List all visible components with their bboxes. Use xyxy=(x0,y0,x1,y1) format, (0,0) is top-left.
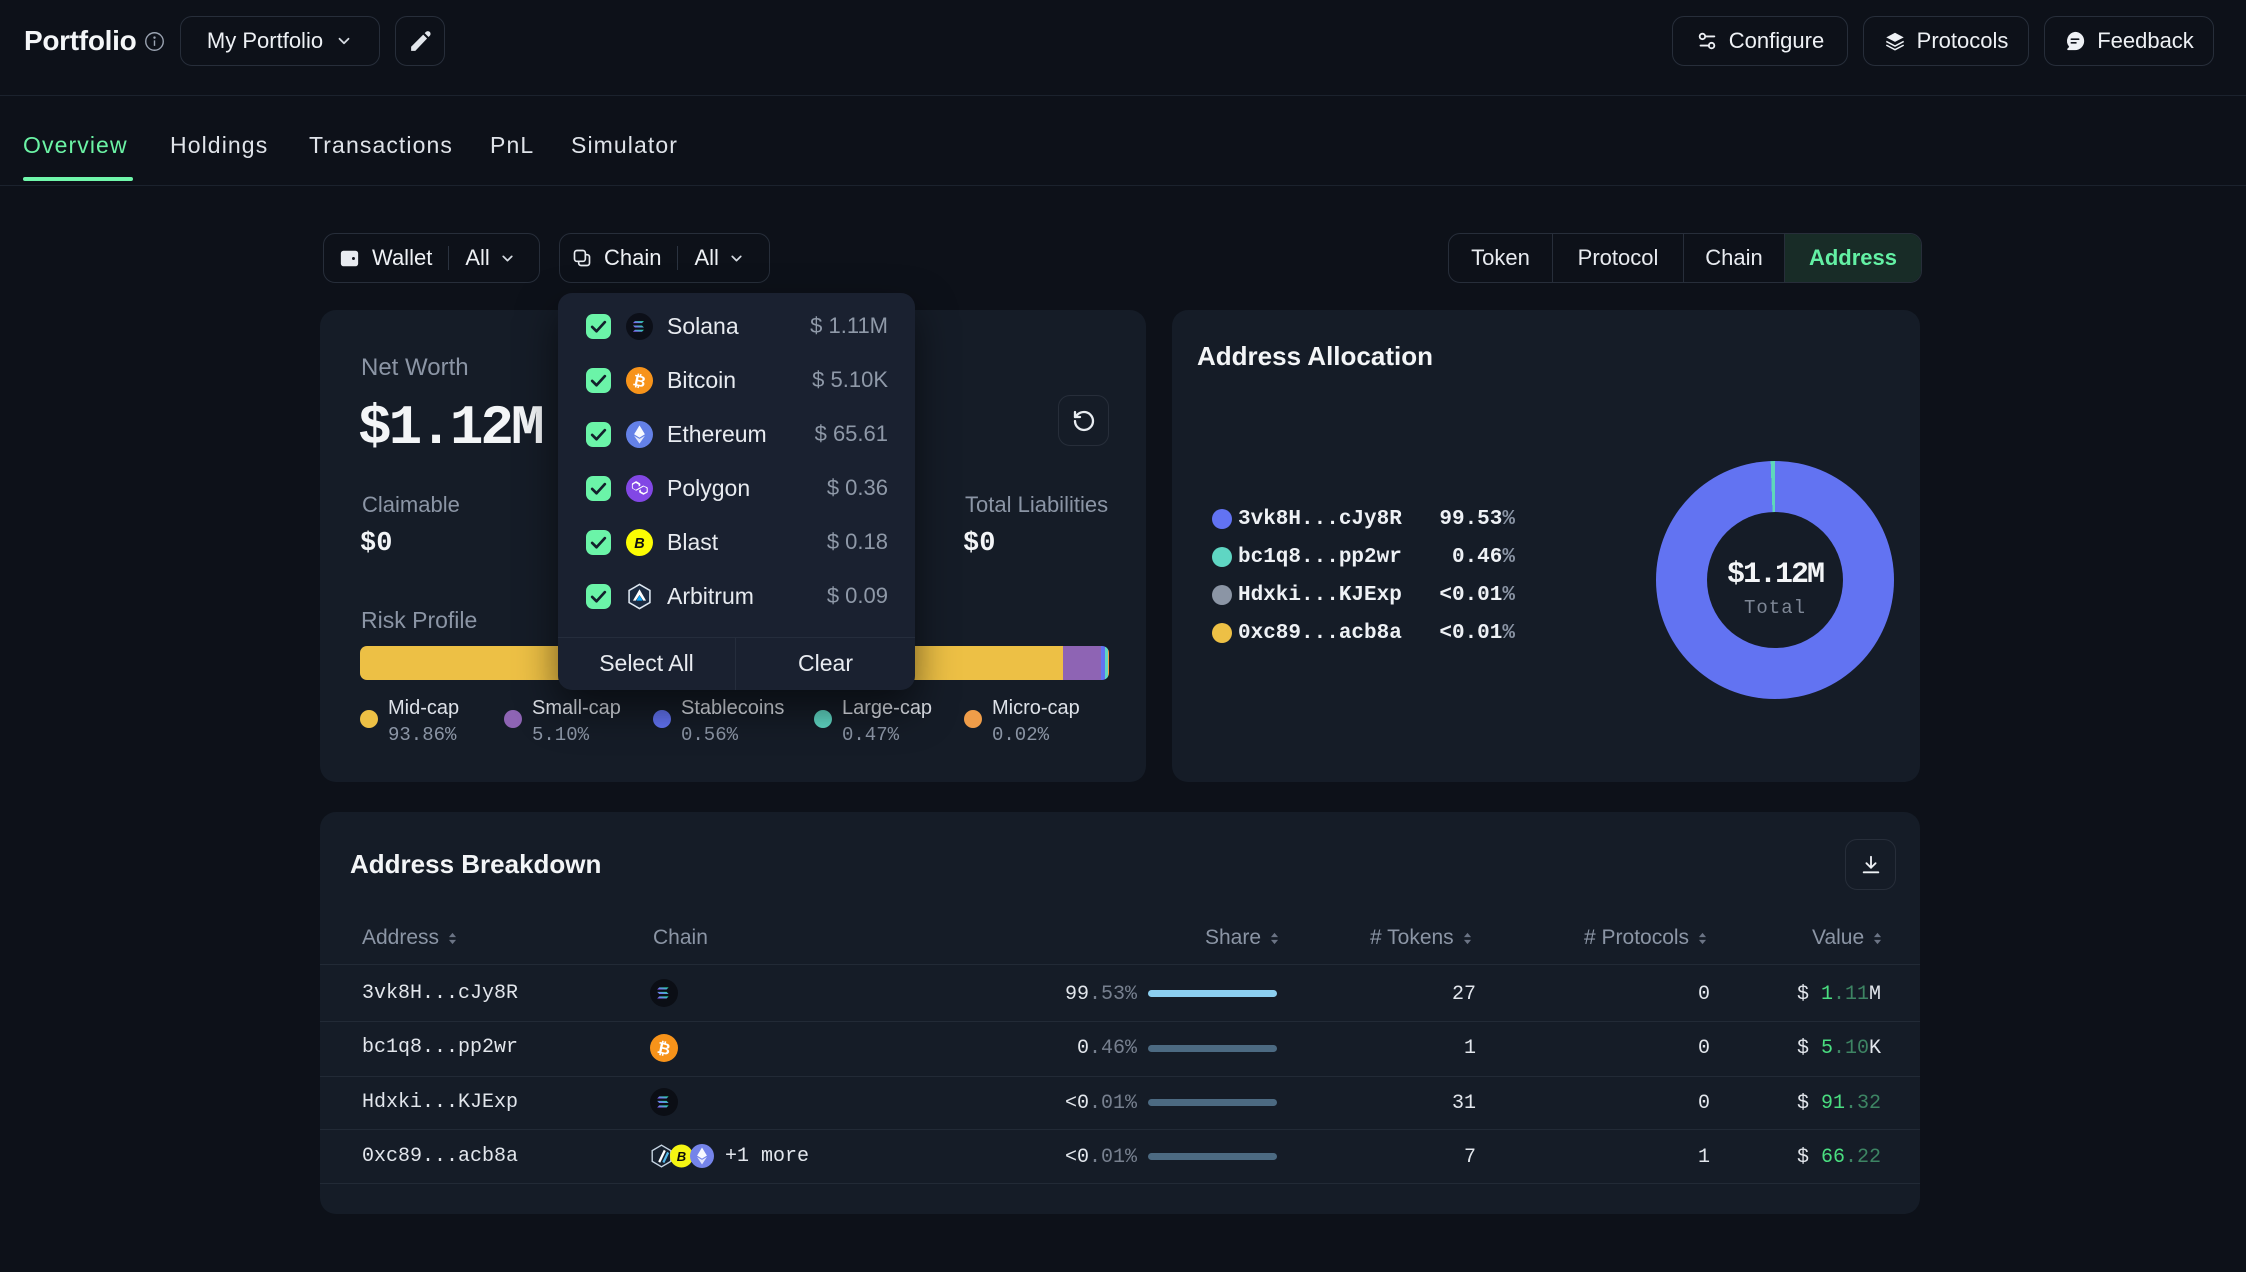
svg-text:B: B xyxy=(677,1149,686,1164)
svg-text:B: B xyxy=(634,535,644,551)
